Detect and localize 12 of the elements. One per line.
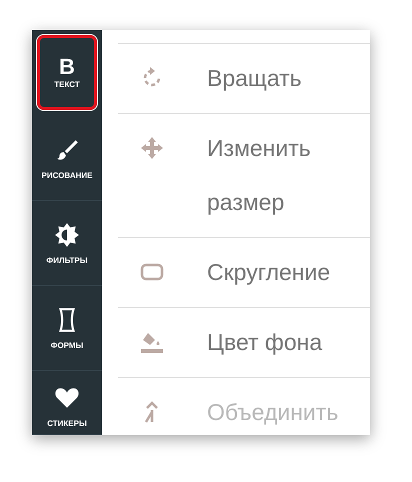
sidebar-item[interactable]: ФИЛЬТРЫ: [32, 201, 102, 286]
brightness-icon: [54, 222, 80, 248]
move-icon: [140, 136, 164, 160]
tool-button[interactable]: Скругление: [207, 245, 367, 299]
sidebar-item[interactable]: ФОРМЫ: [32, 286, 102, 371]
sidebar-item[interactable]: РИСОВАНИЕ: [32, 116, 102, 201]
sidebar-item[interactable]: B ТЕКСТ: [37, 35, 97, 110]
tool-button[interactable]: Цвет фона: [207, 315, 367, 369]
tool-button[interactable]: Вращать: [207, 51, 367, 105]
tool-button[interactable]: Изменить размер: [207, 121, 367, 229]
sidebar-item[interactable]: СТИКЕРЫ: [32, 371, 102, 435]
paint-bucket-icon: [140, 330, 164, 354]
